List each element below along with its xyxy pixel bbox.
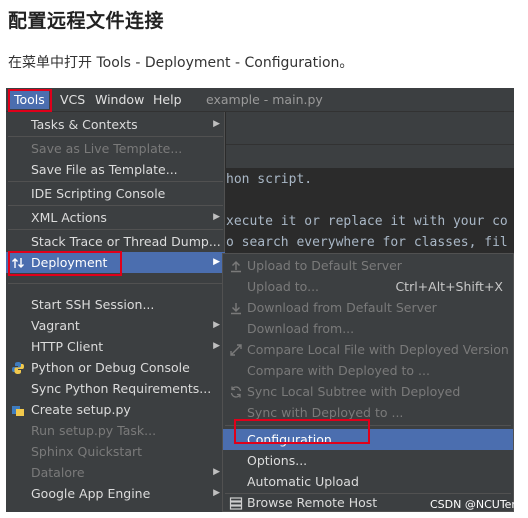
configuration-highlight — [234, 419, 370, 444]
menu-item-xml-actions[interactable]: XML Actions ▶ — [6, 207, 225, 228]
submenu-arrow-icon: ▶ — [213, 119, 220, 129]
code-line-1: hon script. — [226, 172, 313, 187]
menu-item-label: Run setup.py Task... — [31, 423, 157, 438]
menu-vcs[interactable]: VCS — [56, 91, 89, 109]
menu-item-label: Create setup.py — [31, 402, 131, 417]
menu-separator — [8, 181, 223, 182]
window-title: example - main.py — [206, 92, 323, 107]
menu-item-label: Start SSH Session... — [31, 297, 155, 312]
compare-icon — [229, 342, 243, 356]
menu-separator — [8, 205, 223, 206]
menu-item-datalore[interactable]: Datalore ▶ — [6, 462, 225, 483]
submenu-options[interactable]: Options... — [223, 450, 513, 471]
submenu-upload-to[interactable]: Upload to... Ctrl+Alt+Shift+X — [223, 276, 513, 297]
menu-item-stack-trace[interactable]: Stack Trace or Thread Dump... — [6, 231, 225, 252]
tools-highlight — [8, 89, 52, 112]
menu-item-label: Sphinx Quickstart — [31, 444, 143, 459]
ide-screenshot: Tools VCS Window Help example - main.py … — [6, 88, 514, 512]
menu-item-ide-scripting-console[interactable]: IDE Scripting Console — [6, 183, 225, 204]
submenu-arrow-icon: ▶ — [213, 212, 220, 222]
menu-item-google-app-engine[interactable]: Google App Engine ▶ — [6, 483, 225, 504]
submenu-arrow-icon: ▶ — [213, 488, 220, 498]
menu-item-label: XML Actions — [31, 210, 107, 225]
menu-item-label: Tasks & Contexts — [31, 117, 138, 132]
submenu-arrow-icon: ▶ — [213, 467, 220, 477]
python-package-icon — [11, 402, 25, 416]
deployment-highlight — [8, 251, 122, 276]
menu-item-create-setup[interactable]: Create setup.py — [6, 399, 225, 420]
menu-separator — [8, 229, 223, 230]
menu-item-http-client[interactable]: HTTP Client ▶ — [6, 336, 225, 357]
deployment-submenu: Upload to Default Server Upload to... Ct… — [222, 253, 514, 512]
submenu-sync-subtree[interactable]: Sync Local Subtree with Deployed — [223, 381, 513, 402]
menu-window[interactable]: Window — [91, 91, 148, 109]
upload-icon — [229, 258, 243, 273]
submenu-arrow-icon: ▶ — [213, 320, 220, 330]
submenu-label: Download from Default Server — [247, 300, 437, 315]
menu-item-python-console[interactable]: Python or Debug Console — [6, 357, 225, 378]
menu-item-vagrant[interactable]: Vagrant ▶ — [6, 315, 225, 336]
menu-separator — [8, 136, 223, 137]
menu-item-label: HTTP Client — [31, 339, 104, 354]
menu-item-label: Sync Python Requirements... — [31, 381, 212, 396]
article-heading: 配置远程文件连接 — [8, 10, 165, 32]
download-icon — [229, 300, 243, 315]
submenu-label: Sync with Deployed to ... — [247, 405, 404, 420]
watermark: CSDN @NCUTer — [430, 498, 516, 511]
menu-item-label: Datalore — [31, 465, 85, 480]
submenu-label: Automatic Upload — [247, 474, 359, 489]
submenu-label: Compare with Deployed to ... — [247, 363, 430, 378]
submenu-label: Upload to... — [247, 279, 320, 294]
submenu-download-from[interactable]: Download from... — [223, 318, 513, 339]
submenu-label: Sync Local Subtree with Deployed — [247, 384, 461, 399]
tools-menu: Tasks & Contexts ▶ Save as Live Template… — [6, 112, 225, 512]
submenu-label: Upload to Default Server — [247, 258, 402, 273]
article-intro: 在菜单中打开 Tools - Deployment - Configuratio… — [8, 55, 354, 71]
submenu-compare-local[interactable]: Compare Local File with Deployed Version — [223, 339, 513, 360]
toolbar — [226, 112, 514, 144]
sync-icon — [229, 384, 243, 398]
shortcut-label: Ctrl+Alt+Shift+X — [395, 279, 503, 294]
submenu-label: Download from... — [247, 321, 355, 336]
python-icon — [11, 360, 25, 374]
menu-item-start-ssh[interactable]: Start SSH Session... — [6, 294, 225, 315]
submenu-label: Options... — [247, 453, 308, 468]
submenu-arrow-icon: ▶ — [213, 257, 220, 267]
submenu-compare-deployed[interactable]: Compare with Deployed to ... — [223, 360, 513, 381]
submenu-label: Compare Local File with Deployed Version — [247, 342, 509, 357]
menu-item-tasks-contexts[interactable]: Tasks & Contexts ▶ — [6, 114, 225, 135]
menu-separator — [8, 283, 223, 284]
menu-item-save-live-template[interactable]: Save as Live Template... — [6, 138, 225, 159]
menu-help[interactable]: Help — [149, 91, 186, 109]
submenu-arrow-icon: ▶ — [213, 341, 220, 351]
submenu-download-default[interactable]: Download from Default Server — [223, 297, 513, 318]
menu-item-label: Vagrant — [31, 318, 80, 333]
submenu-label: Browse Remote Host — [247, 495, 378, 510]
menu-item-label: IDE Scripting Console — [31, 186, 166, 201]
menu-item-label: Stack Trace or Thread Dump... — [31, 234, 221, 249]
menu-item-label: Save File as Template... — [31, 162, 178, 177]
menu-item-label: Google App Engine — [31, 486, 151, 501]
submenu-automatic-upload[interactable]: Automatic Upload — [223, 471, 513, 492]
menu-bar: Tools VCS Window Help example - main.py — [6, 88, 514, 112]
menu-item-run-setup-task[interactable]: Run setup.py Task... — [6, 420, 225, 441]
submenu-upload-default[interactable]: Upload to Default Server — [223, 255, 513, 276]
editor-tabs — [226, 144, 514, 168]
menu-item-sync-requirements[interactable]: Sync Python Requirements... — [6, 378, 225, 399]
menu-item-save-file-template[interactable]: Save File as Template... — [6, 159, 225, 180]
code-line-3: o search everywhere for classes, fil — [226, 235, 508, 250]
menu-item-label: Save as Live Template... — [31, 141, 183, 156]
menu-item-label: Python or Debug Console — [31, 360, 190, 375]
menu-item-sphinx-quickstart[interactable]: Sphinx Quickstart — [6, 441, 225, 462]
code-line-2: xecute it or replace it with your co — [226, 214, 508, 229]
remote-host-icon — [229, 495, 243, 510]
